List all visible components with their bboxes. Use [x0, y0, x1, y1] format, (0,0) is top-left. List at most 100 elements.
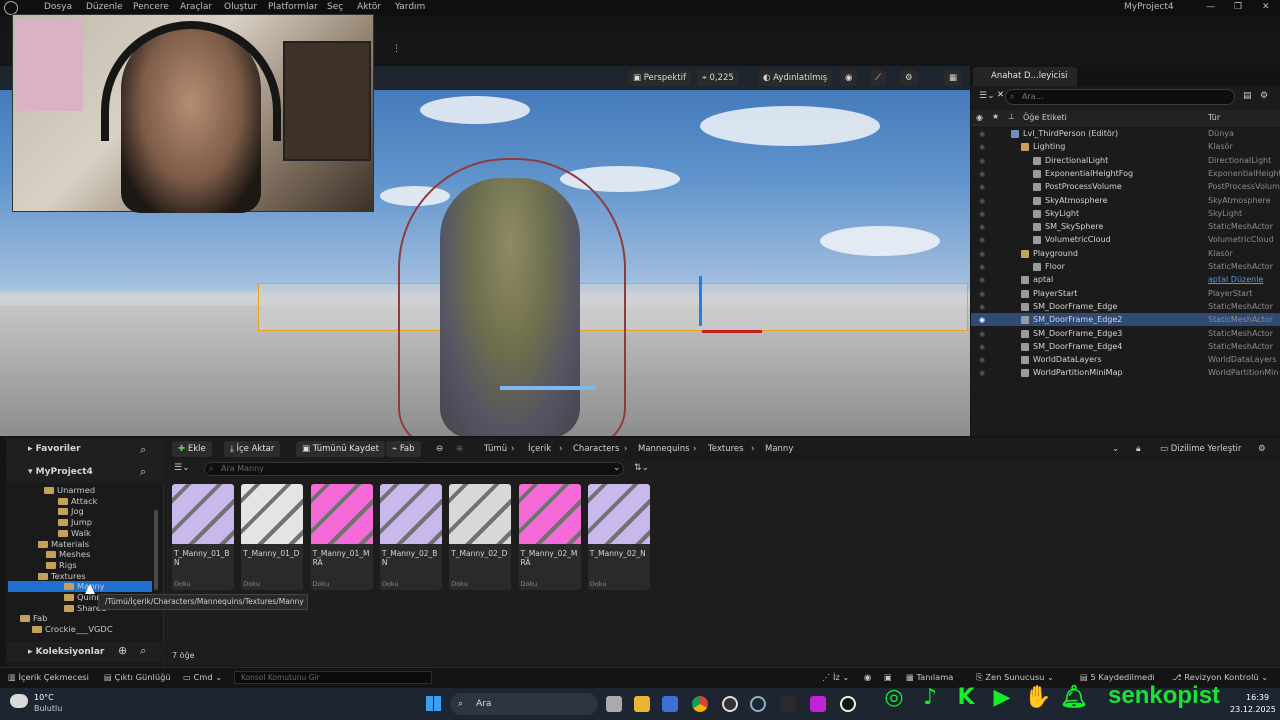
visibility-eye-icon[interactable]: ◉ [979, 143, 987, 151]
outliner-row[interactable]: ◉ SM_DoorFrame_Edge3 StaticMeshActor [971, 327, 1280, 340]
visibility-eye-icon[interactable]: ◉ [979, 316, 987, 324]
pin-icon[interactable]: ⊥ [1008, 112, 1015, 121]
outliner-row[interactable]: ◉ Floor StaticMeshActor [971, 260, 1280, 273]
visibility-eye-icon[interactable]: ◉ [979, 330, 987, 338]
asset-tile[interactable]: T_Manny_01_D Doku [241, 484, 304, 590]
asset-tile[interactable]: T_Manny_02_BN Doku [379, 484, 442, 590]
outliner-row[interactable]: ◉ SM_DoorFrame_Edge StaticMeshActor [971, 300, 1280, 313]
star-icon[interactable]: ★ [992, 112, 999, 121]
outliner-tab[interactable]: Anahat D...leyicisi ✕ [973, 67, 1077, 100]
show-eye-icon[interactable]: ◉ [840, 70, 858, 86]
collections-search-icon[interactable]: ⌕ [140, 644, 146, 658]
outliner-settings-icon[interactable]: ⚙ [1260, 91, 1268, 101]
outliner-row[interactable]: ◉ WorldPartitionMiniMap WorldPartitionMin [971, 366, 1280, 379]
record-icon[interactable]: ◉ [864, 672, 871, 682]
visibility-eye-icon[interactable]: ◉ [979, 369, 987, 377]
outliner-row[interactable]: ◉ SkyAtmosphere SkyAtmosphere [971, 194, 1280, 207]
revision-control-button[interactable]: ⎇ Revizyon Kontrolü ⌄ [1172, 672, 1268, 682]
visibility-eye-icon[interactable]: ◉ [979, 130, 987, 138]
zen-server-button[interactable]: ⎘ Zen Sunucusu ⌄ [976, 672, 1054, 683]
visibility-eye-icon[interactable]: ◉ [979, 183, 987, 191]
column-label[interactable]: Öğe Etiketi [1023, 113, 1067, 122]
perspective-button[interactable]: ▣ Perspektif [628, 70, 691, 86]
taskbar-search-input[interactable]: ⌕ Ara [450, 693, 598, 715]
outliner-row[interactable]: ◉ Lvl_ThirdPerson (Editör) Dünya [971, 127, 1280, 140]
visibility-eye-icon[interactable]: ◉ [979, 276, 987, 284]
outliner-row[interactable]: ◉ Lighting Klasör [971, 140, 1280, 153]
diagnostics-button[interactable]: ▦ Tanılama [906, 672, 953, 682]
lit-mode-button[interactable]: ◐ Aydınlatılmış [758, 70, 833, 86]
asset-tile[interactable]: T_Manny_02_N Doku [587, 484, 650, 590]
visibility-eye-icon[interactable]: ◉ [979, 356, 987, 364]
visibility-eye-icon[interactable]: ◉ [979, 290, 987, 298]
outliner-row[interactable]: ◉ PostProcessVolume PostProcessVolum [971, 180, 1280, 193]
steam-icon[interactable] [750, 696, 766, 712]
epic-games-icon[interactable] [780, 696, 796, 712]
store-icon[interactable] [662, 696, 678, 712]
task-view-icon[interactable] [606, 696, 622, 712]
menu-edit[interactable]: Düzenle [86, 2, 123, 12]
obs-icon[interactable] [722, 696, 738, 712]
unreal-engine-icon[interactable] [840, 696, 856, 712]
maximize-button[interactable]: ❐ [1234, 2, 1242, 12]
visibility-eye-icon[interactable]: ◉ [979, 170, 987, 178]
content-drawer-button[interactable]: ▥ İçerik Çekmecesi [8, 672, 89, 682]
outliner-row[interactable]: ◉ ExponentialHeightFog ExponentialHeight [971, 167, 1280, 180]
visibility-eye-icon[interactable]: ◉ [979, 250, 987, 258]
menu-tools[interactable]: Araçlar [180, 2, 212, 12]
menu-platforms[interactable]: Platformlar [268, 2, 318, 12]
layout-icon[interactable]: ▦ [944, 70, 963, 86]
visibility-eye-icon[interactable]: ◉ [979, 236, 987, 244]
column-type[interactable]: Tür [1208, 113, 1220, 122]
visibility-eye-icon[interactable]: ◉ [979, 197, 987, 205]
gizmo-z-axis[interactable] [699, 276, 702, 326]
outliner-row[interactable]: ◉ SM_DoorFrame_Edge2 StaticMeshActor [971, 313, 1280, 327]
camera-icon[interactable]: ▣ [884, 672, 892, 682]
outliner-row[interactable]: ◉ WorldDataLayers WorldDataLayers [971, 353, 1280, 366]
menu-actor[interactable]: Aktör [357, 2, 381, 12]
outliner-search-input[interactable]: ⌕ Ara... [1005, 89, 1235, 105]
asset-tile[interactable]: T_Manny_01_MRA Doku [310, 484, 373, 590]
filter-icon[interactable]: ☰⌄ [979, 91, 995, 101]
menu-help[interactable]: Yardım [395, 2, 425, 12]
unsaved-button[interactable]: ▤ 5 Kaydedilmedi [1080, 672, 1155, 682]
transform-tools-icon[interactable]: ⟋ [870, 70, 886, 86]
menu-window[interactable]: Pencere [133, 2, 169, 12]
close-window-button[interactable]: ✕ [1262, 2, 1270, 12]
visibility-eye-icon[interactable]: ◉ [976, 113, 983, 122]
add-folder-icon[interactable]: ▤ [1243, 91, 1252, 101]
outliner-row[interactable]: ◉ VolumetricCloud VolumetricCloud [971, 233, 1280, 246]
cmd-button[interactable]: ▭ Cmd ⌄ [183, 672, 222, 682]
outliner-row[interactable]: ◉ DirectionalLight DirectionalLight [971, 154, 1280, 167]
console-input[interactable]: Konsol Komutunu Gir [234, 671, 432, 684]
close-tab-icon[interactable]: ✕ [997, 90, 1004, 100]
windows-start-icon[interactable] [426, 696, 441, 711]
visibility-eye-icon[interactable]: ◉ [979, 303, 987, 311]
asset-tile[interactable]: T_Manny_01_BN Doku [172, 484, 234, 590]
output-log-button[interactable]: ▤ Çıktı Günlüğü [104, 672, 171, 682]
minimize-button[interactable]: — [1206, 2, 1215, 12]
menu-create[interactable]: Oluştur [224, 2, 257, 12]
visibility-eye-icon[interactable]: ◉ [979, 343, 987, 351]
menu-file[interactable]: Dosya [44, 2, 72, 12]
character-mesh[interactable] [440, 178, 580, 436]
more-options-icon[interactable]: ⋮ [392, 44, 401, 54]
outliner-row[interactable]: ◉ SM_SkySphere StaticMeshActor [971, 220, 1280, 233]
asset-tile[interactable]: T_Manny_02_D Doku [449, 484, 512, 590]
visibility-eye-icon[interactable]: ◉ [979, 263, 987, 271]
outliner-row[interactable]: ◉ PlayerStart PlayerStart [971, 287, 1280, 300]
gizmo-x-axis[interactable] [702, 330, 762, 333]
unreal-logo-icon[interactable] [4, 1, 18, 15]
visibility-eye-icon[interactable]: ◉ [979, 157, 987, 165]
chrome-icon[interactable] [692, 696, 708, 712]
outliner-row[interactable]: ◉ aptal aptal Düzenle [971, 273, 1280, 286]
camera-speed-button[interactable]: ⌖ 0,225 [697, 70, 739, 86]
trace-button[interactable]: ⋰ İz ⌄ [822, 672, 849, 682]
asset-tile[interactable]: T_Manny_02_MRA Doku [518, 484, 581, 590]
visibility-eye-icon[interactable]: ◉ [979, 210, 987, 218]
settings-gear-icon[interactable]: ⚙ [900, 70, 918, 86]
weather-icon[interactable] [10, 694, 28, 708]
file-explorer-icon[interactable] [634, 696, 650, 712]
outliner-row[interactable]: ◉ Playground Klasör [971, 247, 1280, 260]
outliner-row[interactable]: ◉ SM_DoorFrame_Edge4 StaticMeshActor [971, 340, 1280, 353]
